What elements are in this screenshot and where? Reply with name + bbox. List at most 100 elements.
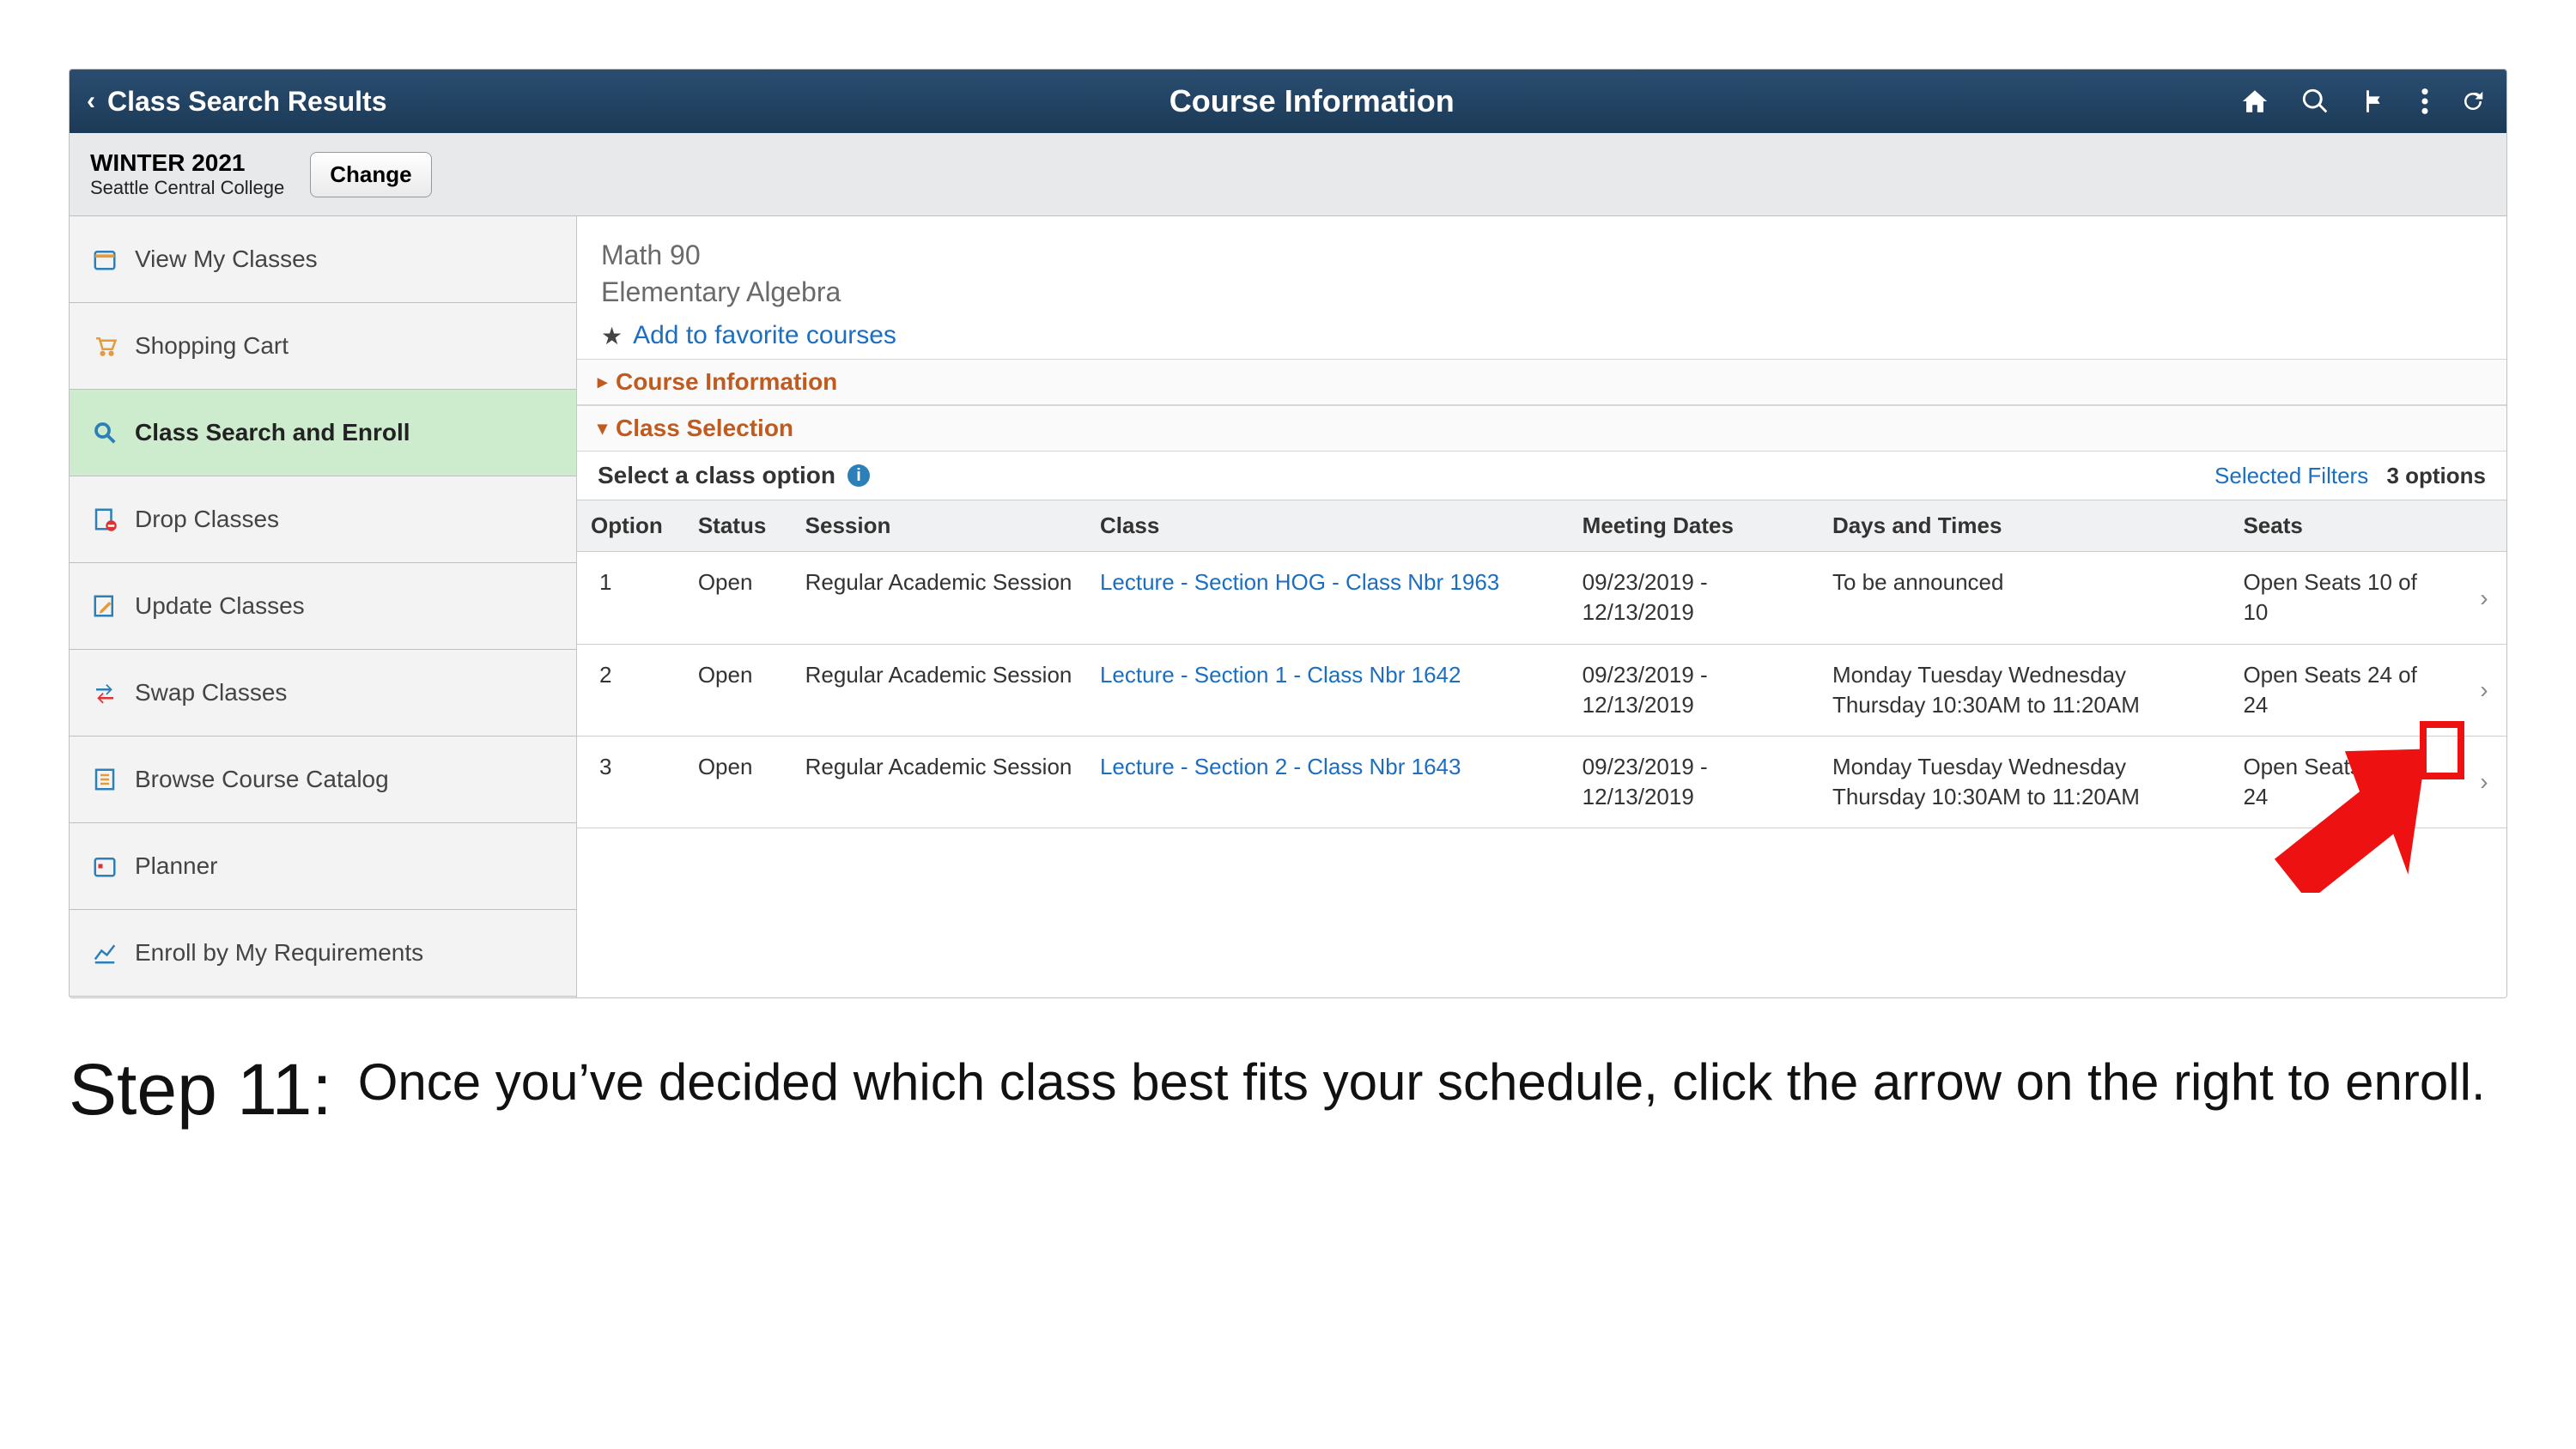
refresh-icon[interactable] (2460, 88, 2486, 114)
row-arrow-button[interactable]: › (2462, 644, 2506, 736)
cell-class-link[interactable]: Lecture - Section HOG - Class Nbr 1963 (1086, 552, 1569, 644)
page-title: Course Information (404, 83, 2221, 119)
cell-option: 1 (577, 552, 684, 644)
section-course-info-label: Course Information (616, 368, 837, 396)
cell-status: Open (684, 552, 792, 644)
sidebar-item-update-classes[interactable]: Update Classes (70, 563, 576, 650)
cell-session: Regular Academic Session (792, 552, 1086, 644)
course-information-toggle[interactable]: ▸ Course Information (577, 359, 2506, 405)
sidebar-item-class-search-enroll[interactable]: Class Search and Enroll (70, 390, 576, 476)
sidebar-item-label: Drop Classes (135, 506, 279, 533)
flag-icon[interactable] (2360, 87, 2390, 116)
sidebar-item-planner[interactable]: Planner (70, 823, 576, 910)
sidebar-item-enroll-by-requirements[interactable]: Enroll by My Requirements (70, 910, 576, 997)
sidebar-item-label: View My Classes (135, 246, 318, 273)
triangle-down-icon: ▾ (598, 417, 607, 440)
cart-icon (90, 331, 119, 361)
institution-label: Seattle Central College (90, 177, 284, 199)
options-count-label: 3 options (2386, 463, 2486, 488)
sidebar-item-label: Class Search and Enroll (135, 419, 410, 446)
class-option-row-2[interactable]: 2 Open Regular Academic Session Lecture … (577, 644, 2506, 736)
row-arrow-button[interactable]: › (2462, 736, 2506, 828)
search-icon[interactable] (2300, 87, 2330, 116)
catalog-icon (90, 765, 119, 794)
selection-instruction-row: Select a class option i Selected Filters… (577, 452, 2506, 500)
cell-seats: Open Seats 10 of 10 (2229, 552, 2461, 644)
cell-times: To be announced (1819, 552, 2230, 644)
step-number-label: Step 11: (69, 1050, 332, 1129)
sidebar-item-label: Swap Classes (135, 679, 287, 706)
sidebar-item-swap-classes[interactable]: Swap Classes (70, 650, 576, 737)
cell-status: Open (684, 736, 792, 828)
select-instruction-label: Select a class option (598, 462, 835, 489)
edit-icon (90, 591, 119, 621)
chevron-right-icon: › (2480, 768, 2488, 795)
change-term-button[interactable]: Change (310, 152, 431, 197)
col-option-header: Option (577, 500, 684, 552)
sidebar-item-shopping-cart[interactable]: Shopping Cart (70, 303, 576, 390)
col-session-header: Session (792, 500, 1086, 552)
step-instruction: Step 11: Once you’ve decided which class… (69, 1050, 2507, 1129)
term-label: WINTER 2021 (90, 149, 284, 177)
star-icon: ★ (601, 322, 623, 350)
class-options-table: Option Status Session Class Meeting Date… (577, 500, 2506, 828)
triangle-right-icon: ▸ (598, 371, 607, 393)
page-header: ‹ Class Search Results Course Informatio… (70, 70, 2506, 133)
sidebar-item-label: Shopping Cart (135, 332, 289, 360)
cell-option: 3 (577, 736, 684, 828)
home-icon[interactable] (2240, 87, 2269, 116)
sidebar-item-label: Enroll by My Requirements (135, 939, 423, 967)
section-class-selection-label: Class Selection (616, 415, 793, 442)
col-status-header: Status (684, 500, 792, 552)
course-header: Math 90 Elementary Algebra (577, 216, 2506, 314)
sidebar: View My Classes Shopping Cart Class Sear… (70, 216, 577, 997)
selected-filters-link[interactable]: Selected Filters (2215, 463, 2368, 488)
page-body: View My Classes Shopping Cart Class Sear… (70, 216, 2506, 997)
sidebar-item-drop-classes[interactable]: Drop Classes (70, 476, 576, 563)
cell-session: Regular Academic Session (792, 644, 1086, 736)
col-seats-header: Seats (2229, 500, 2461, 552)
app-panel: ‹ Class Search Results Course Informatio… (69, 69, 2507, 998)
cell-dates: 09/23/2019 - 12/13/2019 (1569, 552, 1819, 644)
back-button[interactable]: ‹ Class Search Results (70, 86, 404, 118)
cell-seats: Open Seats 24 of 24 (2229, 736, 2461, 828)
back-label: Class Search Results (107, 86, 387, 118)
actions-menu-icon[interactable] (2421, 87, 2429, 116)
col-class-header: Class (1086, 500, 1569, 552)
term-subheader: WINTER 2021 Seattle Central College Chan… (70, 133, 2506, 216)
calendar-icon (90, 245, 119, 274)
cell-times: Monday Tuesday Wednesday Thursday 10:30A… (1819, 736, 2230, 828)
chart-icon (90, 938, 119, 967)
cell-status: Open (684, 644, 792, 736)
cell-dates: 09/23/2019 - 12/13/2019 (1569, 736, 1819, 828)
sidebar-item-view-my-classes[interactable]: View My Classes (70, 216, 576, 303)
cell-seats: Open Seats 24 of 24 (2229, 644, 2461, 736)
cell-class-link[interactable]: Lecture - Section 2 - Class Nbr 1643 (1086, 736, 1569, 828)
sidebar-item-label: Browse Course Catalog (135, 766, 389, 793)
term-info: WINTER 2021 Seattle Central College (90, 149, 284, 199)
class-option-row-3[interactable]: 3 Open Regular Academic Session Lecture … (577, 736, 2506, 828)
col-times-header: Days and Times (1819, 500, 2230, 552)
cell-times: Monday Tuesday Wednesday Thursday 10:30A… (1819, 644, 2230, 736)
cell-session: Regular Academic Session (792, 736, 1086, 828)
planner-icon (90, 852, 119, 881)
table-header-row: Option Status Session Class Meeting Date… (577, 500, 2506, 552)
drop-icon (90, 505, 119, 534)
cell-dates: 09/23/2019 - 12/13/2019 (1569, 644, 1819, 736)
add-favorite-label: Add to favorite courses (633, 321, 896, 350)
swap-icon (90, 678, 119, 707)
main-content: Math 90 Elementary Algebra ★ Add to favo… (577, 216, 2506, 997)
sidebar-item-label: Update Classes (135, 592, 305, 620)
sidebar-item-browse-catalog[interactable]: Browse Course Catalog (70, 737, 576, 823)
course-title: Elementary Algebra (601, 274, 2482, 311)
chevron-right-icon: › (2480, 585, 2488, 611)
row-arrow-button[interactable]: › (2462, 552, 2506, 644)
course-code: Math 90 (601, 237, 2482, 274)
header-icon-group (2220, 87, 2506, 116)
cell-class-link[interactable]: Lecture - Section 1 - Class Nbr 1642 (1086, 644, 1569, 736)
add-favorite-link[interactable]: ★ Add to favorite courses (577, 314, 2506, 359)
search-icon (90, 418, 119, 447)
class-selection-toggle[interactable]: ▾ Class Selection (577, 405, 2506, 452)
info-icon[interactable]: i (848, 464, 870, 487)
class-option-row-1[interactable]: 1 Open Regular Academic Session Lecture … (577, 552, 2506, 644)
